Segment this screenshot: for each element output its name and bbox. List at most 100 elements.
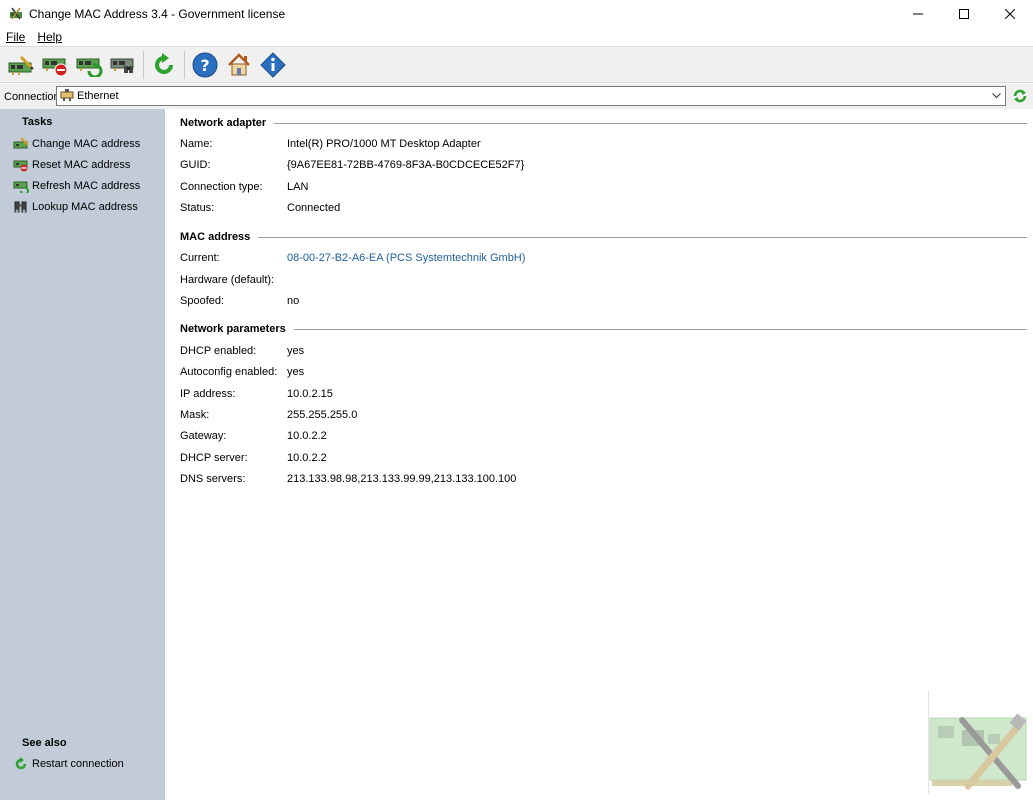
current-mac-link[interactable]: 08-00-27-B2-A6-EA (PCS Systemtechnik Gmb… <box>287 252 525 264</box>
gateway-value: 10.0.2.2 <box>287 430 327 442</box>
lookup-mac-icon <box>110 58 134 73</box>
mask-value: 255.255.255.0 <box>287 409 358 421</box>
status-value: Connected <box>287 202 341 214</box>
reset-mac-icon <box>42 58 68 76</box>
detail-label: Hardware (default): <box>180 274 275 286</box>
section-network-parameters: Network parameters <box>180 321 1027 337</box>
dhcp-enabled-value: yes <box>287 345 305 357</box>
section-title: MAC address <box>180 231 251 243</box>
change-mac-icon <box>13 137 29 151</box>
title-bar: Change MAC Address 3.4 - Government lice… <box>0 0 1033 28</box>
section-divider <box>293 328 1027 330</box>
refresh-mac-icon <box>76 58 103 77</box>
detail-row: DHCP enabled: yes <box>180 343 304 359</box>
refresh-connections-button[interactable] <box>1011 87 1029 105</box>
window-title: Change MAC Address 3.4 - Government lice… <box>29 7 286 21</box>
detail-label: DHCP enabled: <box>180 345 257 357</box>
restart-connection-icon <box>155 52 173 74</box>
detail-label: GUID: <box>180 159 211 171</box>
ethernet-icon <box>60 88 74 104</box>
restart-connection-label: Restart connection <box>32 758 124 770</box>
detail-label: Connection type: <box>180 181 263 193</box>
about-icon <box>260 51 286 78</box>
detail-label: Gateway: <box>180 430 227 442</box>
dhcp-server-value: 10.0.2.2 <box>287 452 327 464</box>
connection-selected: Ethernet <box>77 90 119 102</box>
task-refresh-mac-label: Refresh MAC address <box>32 180 141 192</box>
network-card-tools-logo <box>928 690 1028 794</box>
section-title: Network adapter <box>180 117 267 129</box>
adapter-name-value: Intel(R) PRO/1000 MT Desktop Adapter <box>287 138 481 150</box>
detail-row: DHCP server: 10.0.2.2 <box>180 450 327 466</box>
help-icon: ? <box>192 52 218 77</box>
detail-label: IP address: <box>180 388 236 400</box>
detail-row: Current: 08-00-27-B2-A6-EA (PCS Systemte… <box>180 250 525 266</box>
toolbar-lookup-mac-button[interactable] <box>106 49 140 81</box>
detail-label: Current: <box>180 252 220 264</box>
change-mac-icon <box>8 55 34 75</box>
menu-help[interactable]: Help <box>37 30 62 44</box>
detail-label: DNS servers: <box>180 473 246 485</box>
task-refresh-mac-address[interactable]: Refresh MAC address <box>13 178 140 194</box>
detail-row: Autoconfig enabled: yes <box>180 364 304 380</box>
chevron-down-icon[interactable] <box>988 87 1005 105</box>
menu-bar: File Help <box>0 28 1033 46</box>
menu-file[interactable]: File <box>6 30 25 44</box>
task-change-mac-address[interactable]: Change MAC address <box>13 136 140 152</box>
task-sidebar: Tasks Change MAC address Reset MAC addre… <box>0 109 165 800</box>
tasks-heading: Tasks <box>22 116 53 128</box>
section-title: Network parameters <box>180 323 286 335</box>
minimize-button[interactable] <box>895 0 941 28</box>
reset-mac-icon <box>13 158 29 172</box>
task-lookup-mac-address[interactable]: Lookup MAC address <box>13 199 138 215</box>
toolbar-about-button[interactable] <box>256 49 290 81</box>
toolbar-home-button[interactable] <box>222 49 256 81</box>
minimize-icon <box>913 13 923 15</box>
maximize-icon <box>959 9 969 19</box>
refresh-mac-icon <box>13 179 29 193</box>
detail-row: Spoofed: no <box>180 293 299 309</box>
toolbar-help-button[interactable]: ? <box>188 49 222 81</box>
detail-row: Mask: 255.255.255.0 <box>180 407 357 423</box>
home-icon <box>228 52 250 75</box>
autoconfig-value: yes <box>287 366 305 378</box>
toolbar: ? <box>0 46 1033 83</box>
refresh-icon <box>1013 89 1027 103</box>
detail-row: Gateway: 10.0.2.2 <box>180 428 327 444</box>
svg-text:?: ? <box>200 56 209 75</box>
toolbar-restart-connection-button[interactable] <box>147 49 181 81</box>
detail-row: Connection type: LAN <box>180 179 308 195</box>
detail-row: DNS servers: 213.133.98.98,213.133.99.99… <box>180 471 516 487</box>
detail-row: Hardware (default): <box>180 272 287 288</box>
detail-row: IP address: 10.0.2.15 <box>180 386 333 402</box>
app-icon <box>9 7 23 21</box>
task-change-mac-label: Change MAC address <box>32 138 141 150</box>
section-network-adapter: Network adapter <box>180 115 1027 131</box>
task-reset-mac-address[interactable]: Reset MAC address <box>13 157 130 173</box>
maximize-button[interactable] <box>941 0 987 28</box>
connection-bar: Connection: Ethernet <box>0 84 1033 109</box>
close-icon <box>1005 9 1015 19</box>
connection-select[interactable]: Ethernet <box>56 86 1006 106</box>
toolbar-separator <box>184 50 185 79</box>
detail-label: Status: <box>180 202 215 214</box>
ip-address-value: 10.0.2.15 <box>287 388 333 400</box>
connection-type-value: LAN <box>287 181 309 193</box>
toolbar-refresh-mac-button[interactable] <box>72 49 106 81</box>
task-restart-connection[interactable]: Restart connection <box>13 756 124 772</box>
detail-label: Name: <box>180 138 213 150</box>
spoofed-value: no <box>287 295 300 307</box>
detail-label: Mask: <box>180 409 210 421</box>
close-button[interactable] <box>987 0 1033 28</box>
task-reset-mac-label: Reset MAC address <box>32 159 131 171</box>
task-lookup-mac-label: Lookup MAC address <box>32 201 138 213</box>
toolbar-change-mac-button[interactable] <box>4 49 38 81</box>
toolbar-reset-mac-button[interactable] <box>38 49 72 81</box>
section-mac-address: MAC address <box>180 229 1027 245</box>
toolbar-separator <box>143 50 144 79</box>
detail-row: Status: Connected <box>180 200 340 216</box>
guid-value: {9A67EE81-72BB-4769-8F3A-B0CDCECE52F7} <box>287 159 525 171</box>
binoculars-icon <box>13 200 29 214</box>
connection-label: Connection: <box>4 90 63 103</box>
section-divider <box>274 122 1027 124</box>
